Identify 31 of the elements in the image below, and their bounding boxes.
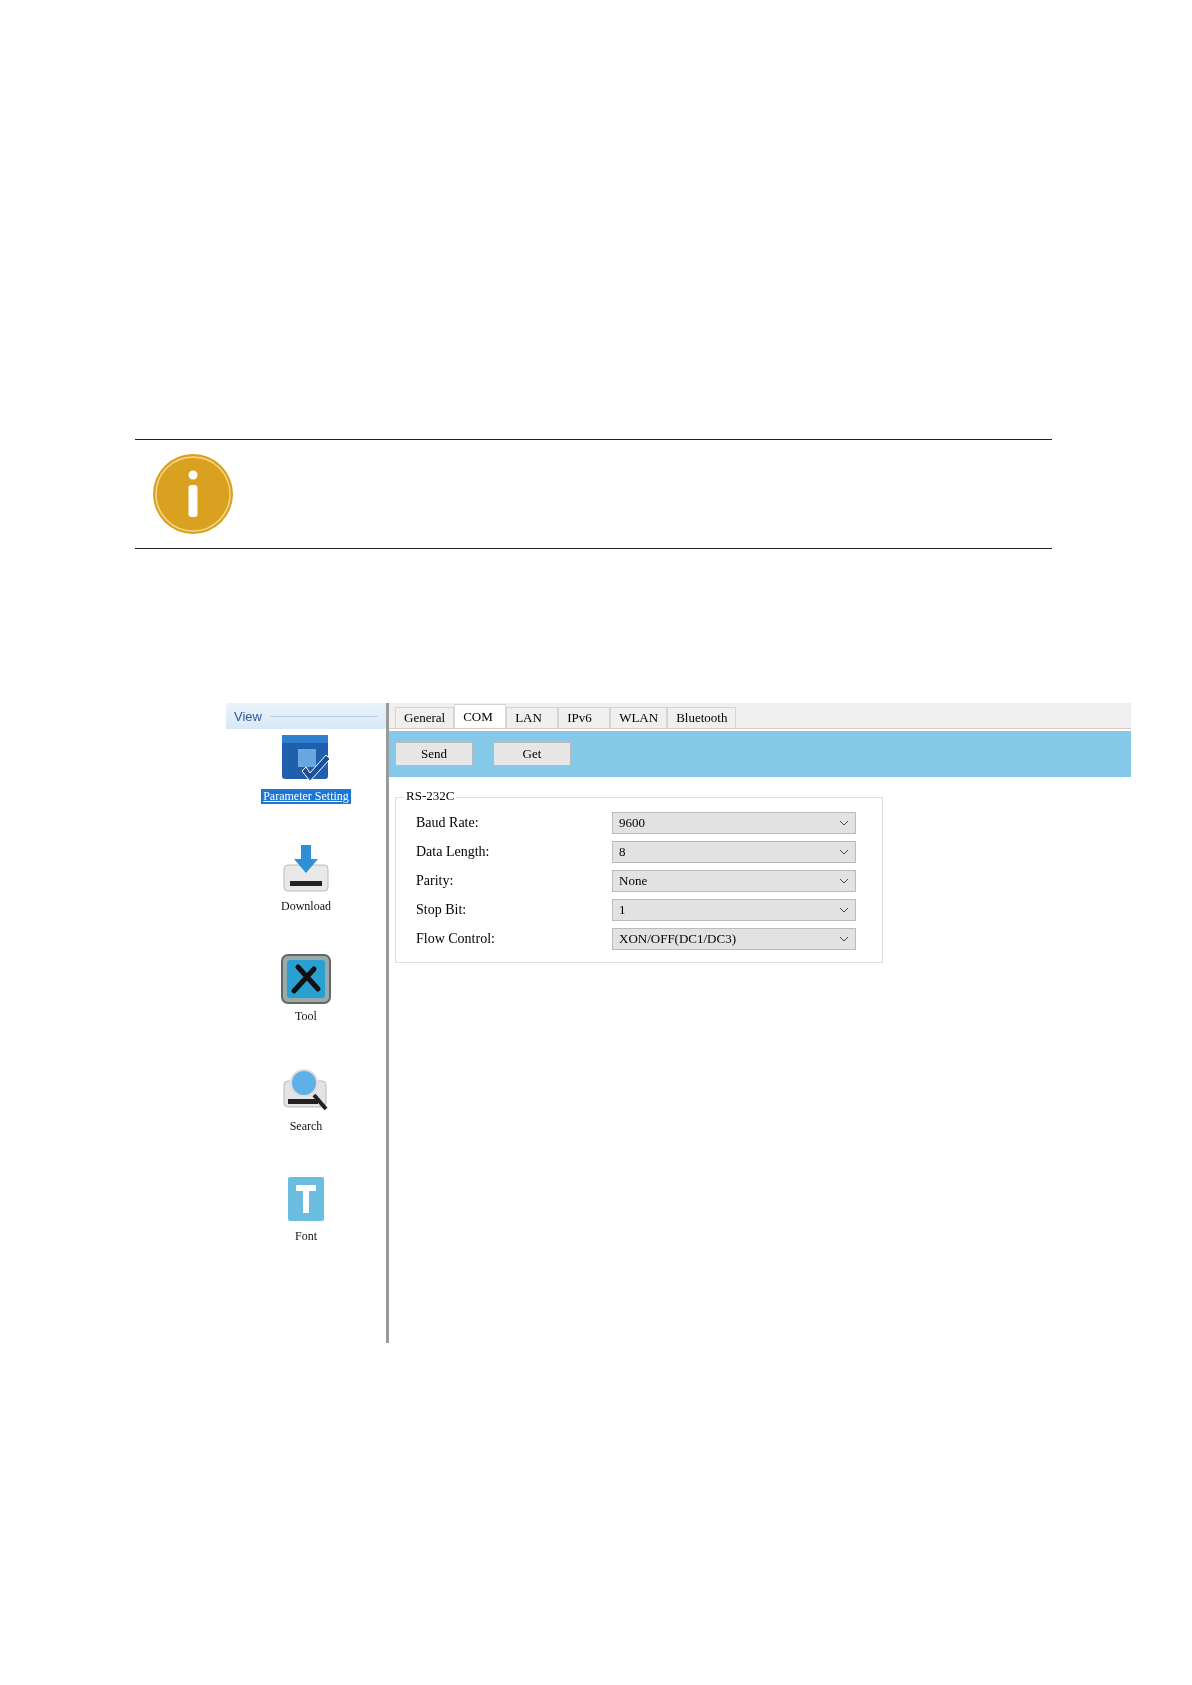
sidebar-item[interactable]: Search (287, 1119, 325, 1134)
dropdown[interactable]: 8 (612, 841, 856, 863)
sidebar-item[interactable]: Font (293, 1229, 319, 1244)
toolbar-button[interactable]: Get (493, 742, 571, 766)
dropdown[interactable]: XON/OFF(DC1/DC3) (612, 928, 856, 950)
chevron-icon (839, 849, 849, 855)
printer-download-icon (280, 843, 332, 895)
dropdown[interactable]: 9600 (612, 812, 856, 834)
field-label: Stop Bit: (416, 902, 468, 918)
chevron-icon (839, 907, 849, 913)
tab[interactable]: WLAN (610, 707, 668, 728)
toolbar-button[interactable]: Send (395, 742, 473, 766)
tab[interactable]: LAN (506, 707, 559, 728)
pane-header: View (234, 708, 262, 724)
field-label: Baud Rate: (416, 815, 480, 831)
sidebar-item[interactable]: Download (279, 899, 333, 914)
dropdown[interactable]: None (612, 870, 856, 892)
field-label: Flow Control: (416, 931, 496, 947)
tab[interactable]: COM (454, 704, 507, 728)
info-icon (151, 452, 235, 536)
field-label: Parity: (416, 873, 455, 889)
chevron-icon (839, 820, 849, 826)
dropdown[interactable]: 1 (612, 899, 856, 921)
tab[interactable]: IPv6 (558, 707, 611, 728)
chevron-icon (839, 936, 849, 942)
sidebar-item[interactable]: Tool (293, 1009, 319, 1024)
chevron-icon (839, 878, 849, 884)
tab[interactable]: Bluetooth (667, 707, 737, 728)
sidebar-item[interactable]: Parameter Setting (261, 789, 351, 804)
tab[interactable]: General (395, 707, 455, 728)
field-label: Data Length: (416, 844, 491, 860)
